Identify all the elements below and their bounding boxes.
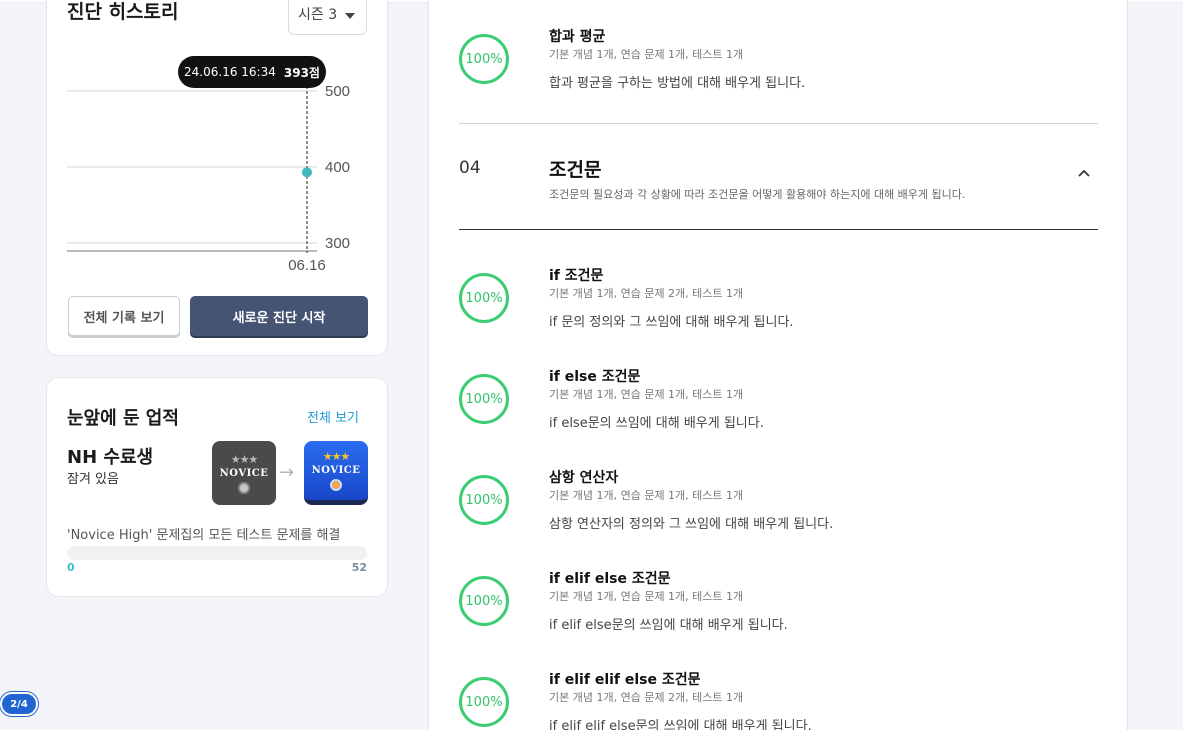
achievement-progress-bar [67,546,367,560]
lesson-meta: 기본 개념 1개, 연습 문제 1개, 테스트 1개 [549,590,744,603]
lesson-description: if else문의 쓰임에 대해 배우게 됩니다. [549,416,764,431]
y-tick-label: 500 [325,83,350,100]
chart-tooltip: 24.06.16 16:34 393점 [178,56,326,88]
x-tick-label: 06.16 [288,257,326,274]
lesson-item[interactable]: 100% 합과 평균 기본 개념 1개, 연습 문제 1개, 테스트 1개 합과… [459,26,1099,106]
badge-label: NOVICE [311,465,361,476]
chevron-up-icon[interactable] [1077,166,1091,180]
lesson-item[interactable]: 100% if 조건문 기본 개념 1개, 연습 문제 2개, 테스트 1개 i… [459,265,1099,345]
achievement-name: NH 수료생 [67,447,154,468]
achievement-description: 'Novice High' 문제집의 모든 테스트 문제를 해결 [67,528,341,543]
achievement-status: 잠겨 있음 [67,472,119,487]
lesson-description: 삼항 연산자의 정의와 그 쓰임에 대해 배우게 됩니다. [549,517,834,532]
caret-down-icon [345,13,355,19]
season-select[interactable]: 시즌 3 [288,0,367,35]
section-title: 조건문 [549,159,602,181]
lesson-description: if elif else문의 쓰임에 대해 배우게 됩니다. [549,618,788,633]
curriculum-panel: 100% 합과 평균 기본 개념 1개, 연습 문제 1개, 테스트 1개 합과… [428,0,1128,730]
achievement-view-all-link[interactable]: 전체 보기 [307,407,359,426]
lesson-meta: 기본 개념 1개, 연습 문제 1개, 테스트 1개 [549,489,744,502]
badge-label: NOVICE [219,467,269,479]
lesson-progress-circle: 100% [459,273,509,323]
section-description: 조건문의 필요성과 각 상황에 따라 조건문을 어떻게 활용해야 하는지에 대해… [549,188,966,201]
lesson-description: if elif elif else문의 쓰임에 대해 배우게 됩니다. [549,719,812,730]
section-divider [459,123,1098,124]
y-tick-label: 300 [325,235,350,252]
lesson-description: if 문의 정의와 그 쓰임에 대해 배우게 됩니다. [549,315,794,330]
lesson-progress-circle: 100% [459,576,509,626]
tooltip-score: 393점 [283,65,320,80]
diagnosis-history-card: 500 400 300 06.16 진단 히스토리 시즌 3 24.06.16 16:… [46,0,388,356]
lesson-item[interactable]: 100% if elif elif else 조건문 기본 개념 1개, 연습 … [459,669,1099,730]
arrow-right-icon: → [279,462,295,483]
lesson-title: 합과 평균 [549,29,606,45]
lesson-meta: 기본 개념 1개, 연습 문제 1개, 테스트 1개 [549,388,744,401]
achievement-title: 눈앞에 둔 업적 [67,408,179,429]
tooltip-date: 24.06.16 16:34 [184,65,276,79]
badge-stars: ★★★ [230,452,259,466]
lesson-progress-circle: 100% [459,374,509,424]
lesson-description: 합과 평균을 구하는 방법에 대해 배우게 됩니다. [549,76,806,91]
medal-icon [330,479,342,491]
lesson-meta: 기본 개념 1개, 연습 문제 2개, 테스트 1개 [549,287,744,300]
lesson-progress-circle: 100% [459,677,509,727]
medal-icon [238,481,250,494]
lesson-progress-circle: 100% [459,475,509,525]
lesson-title: 삼항 연산자 [549,470,619,486]
lesson-title: if 조건문 [549,268,604,284]
progress-min-label: 0 [67,561,75,574]
progress-max-label: 52 [351,561,367,574]
view-all-history-button[interactable]: 전체 기록 보기 [68,296,180,336]
history-title: 진단 히스토리 [67,1,179,23]
lesson-progress-circle: 100% [459,34,509,84]
lesson-item[interactable]: 100% if elif else 조건문 기본 개념 1개, 연습 문제 1개… [459,568,1099,648]
section-number: 04 [459,158,481,178]
page-indicator-badge[interactable]: 2/4 [0,692,38,716]
lesson-item[interactable]: 100% 삼항 연산자 기본 개념 1개, 연습 문제 1개, 테스트 1개 삼… [459,467,1099,547]
lesson-meta: 기본 개념 1개, 연습 문제 1개, 테스트 1개 [549,48,744,61]
season-select-value: 시즌 3 [298,7,338,23]
y-tick-label: 400 [325,159,350,176]
badge-stars: ★★★ [322,450,351,463]
lesson-item[interactable]: 100% if else 조건문 기본 개념 1개, 연습 문제 1개, 테스트… [459,366,1099,446]
locked-badge-icon: ★★★ NOVICE [212,441,276,505]
lesson-title: if elif else 조건문 [549,571,671,587]
section-divider [459,229,1098,230]
achievement-card: 눈앞에 둔 업적 전체 보기 NH 수료생 잠겨 있음 ★★★ NOVICE →… [46,377,388,597]
history-line-chart: 500 400 300 06.16 [67,83,350,274]
lesson-title: if else 조건문 [549,369,641,385]
start-new-diagnosis-button[interactable]: 새로운 진단 시작 [190,296,368,336]
lesson-title: if elif elif else 조건문 [549,672,701,688]
lesson-meta: 기본 개념 1개, 연습 문제 2개, 테스트 1개 [549,691,744,704]
data-point[interactable] [302,167,312,178]
target-badge-icon: ★★★ NOVICE [304,441,368,505]
